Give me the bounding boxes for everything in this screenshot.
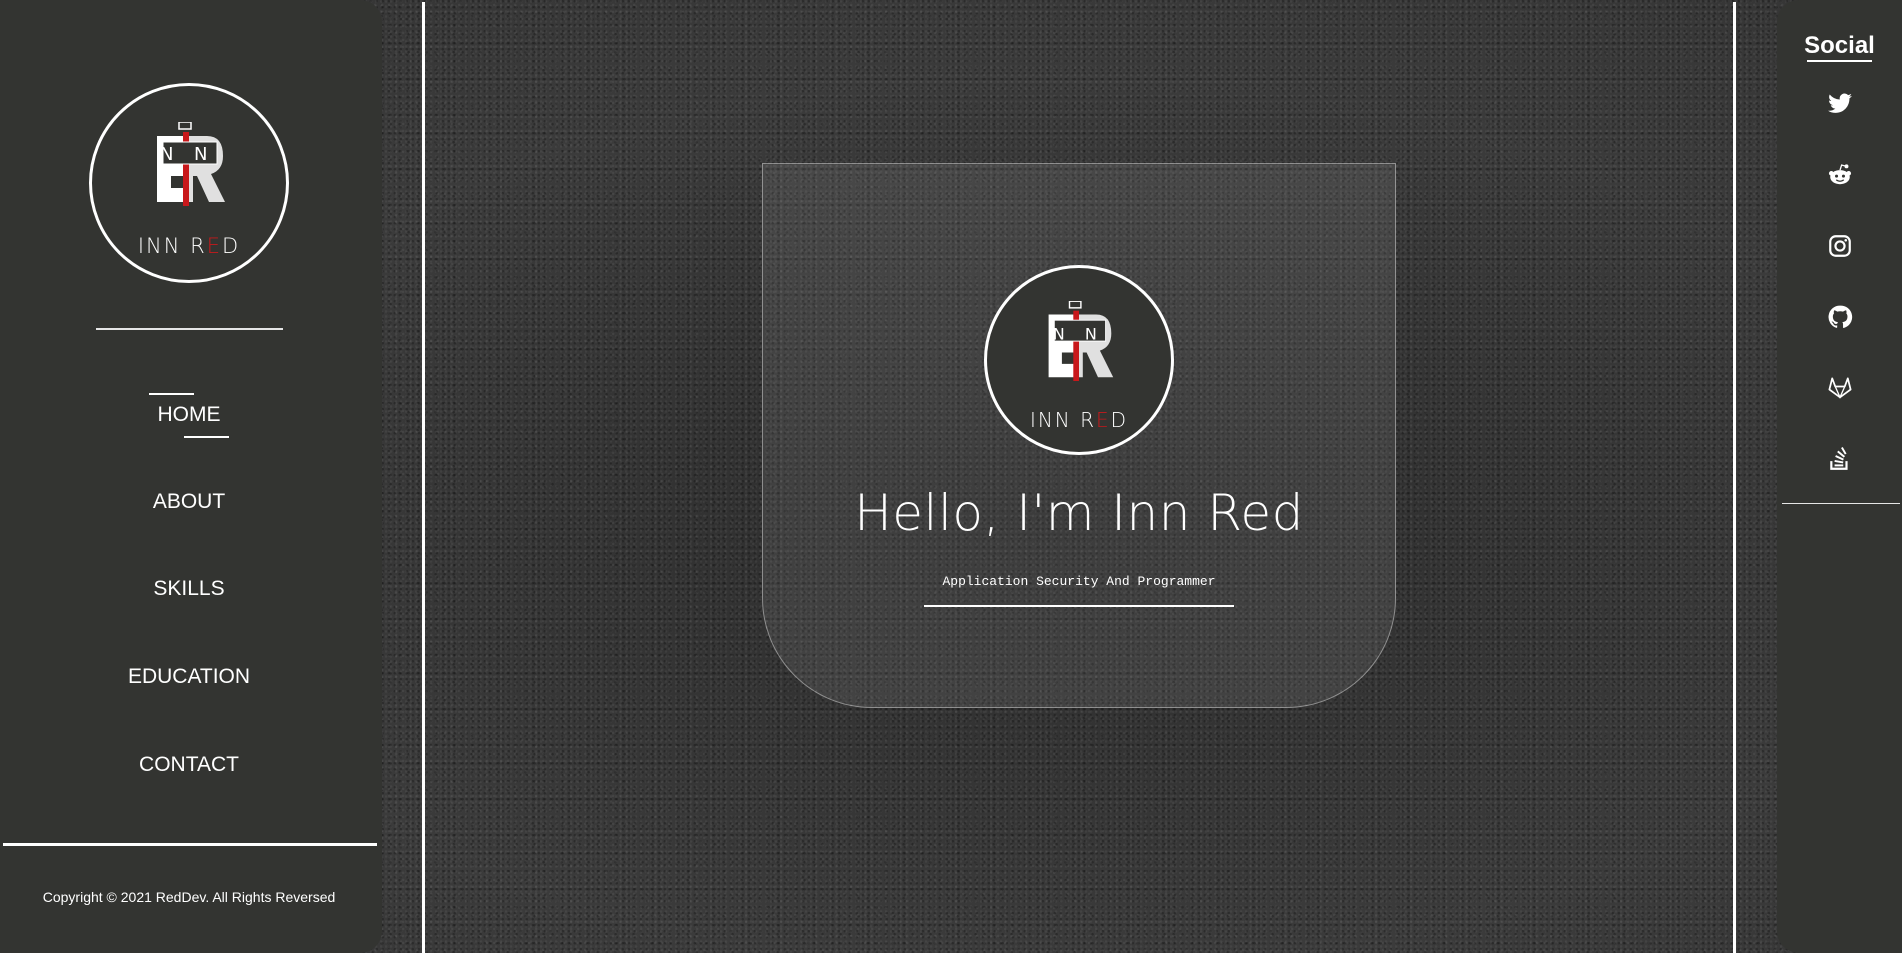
social-sidebar: Social [1777,0,1902,953]
social-divider [1782,503,1900,504]
nav-item-education[interactable]: EDUCATION [0,665,378,689]
hero-logo: N N INN RED [984,265,1174,455]
logo-text-accent: E [1096,408,1111,432]
hero-subtitle: Application Security And Programmer [942,574,1216,589]
hero-underline [924,605,1234,607]
sidebar-divider [96,328,283,330]
hero-title: Hello, I'm Inn Red [854,484,1304,542]
right-border-line [1733,2,1736,953]
nav-item-skills[interactable]: SKILLS [0,577,378,601]
left-border-line [422,2,425,953]
logo-text-end: D [1110,408,1129,432]
hero-logo-text: INN RED [987,408,1171,432]
nav-item-home[interactable]: HOME [0,403,378,427]
gitlab-icon[interactable] [1827,374,1853,400]
nav-item-label: HOME [157,403,221,426]
instagram-icon[interactable] [1827,233,1853,259]
logo-nn-letters-icon: N N [160,144,207,165]
reddit-icon[interactable] [1827,162,1853,188]
twitter-icon[interactable] [1827,91,1853,117]
logo-text-end: D [222,234,241,258]
left-sidebar: N N INN RED HOME ABOUT SKILLS EDUCATION … [0,0,382,953]
logo-text-accent: E [206,234,222,258]
github-icon[interactable] [1827,304,1853,330]
nav-item-label: CONTACT [139,753,239,776]
logo-text-main: INN R [1029,408,1097,432]
nav-active-indicator-bottom [184,436,229,438]
nav-item-label: SKILLS [153,577,225,600]
sidebar-logo-text: INN RED [92,234,286,258]
copyright-text: Copyright © 2021 RedDev. All Rights Reve… [42,889,336,905]
svg-text:N: N [194,144,207,165]
nav-item-label: EDUCATION [127,665,251,688]
footer-divider [3,843,377,846]
logo-nn-letters-icon: N N [1053,325,1097,344]
nav-item-about[interactable]: ABOUT [0,490,378,514]
sidebar-logo[interactable]: N N INN RED [89,83,289,283]
social-title: Social [1804,32,1875,59]
stackoverflow-icon[interactable] [1827,446,1853,472]
nav-item-label: ABOUT [152,490,226,513]
nav-active-indicator-top [149,393,194,395]
svg-text:N: N [1053,325,1065,344]
logo-text-main: INN R [137,234,207,258]
nav-item-contact[interactable]: CONTACT [0,753,378,777]
social-title-underline [1807,60,1872,62]
inn-red-logo-mark-icon [157,122,225,206]
svg-text:N: N [160,144,173,165]
svg-text:N: N [1085,325,1097,344]
hero-card: N N INN RED Hello, I'm Inn Red Applicati… [762,163,1396,708]
